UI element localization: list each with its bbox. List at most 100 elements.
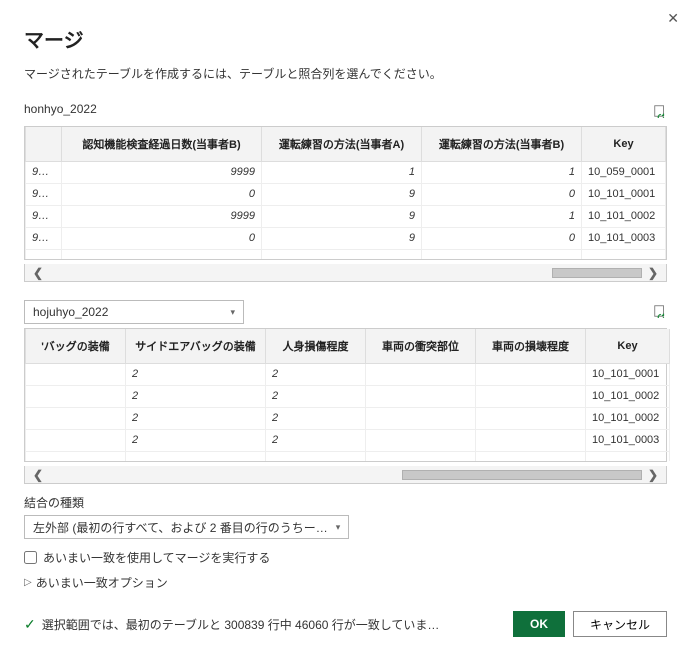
cell[interactable]: 9999 — [26, 205, 62, 227]
table-row[interactable]: 2 2 10_101_0003 — [26, 429, 670, 451]
cancel-button[interactable]: キャンセル — [573, 611, 667, 637]
fuzzy-options-expander[interactable]: ▷ あいまい一致オプション — [24, 574, 667, 591]
cell[interactable]: 10_101_0002 — [582, 205, 666, 227]
scroll-right-icon[interactable]: ❯ — [644, 468, 662, 482]
ok-button[interactable]: OK — [513, 611, 565, 637]
table-row[interactable]: 9999 0 9 0 10_101_0001 — [26, 183, 666, 205]
col-header[interactable]: 認知機能検査経過日数(当事者B) — [62, 127, 262, 161]
secondary-table-value: hojuhyo_2022 — [33, 305, 108, 319]
cell[interactable] — [26, 429, 126, 451]
cell[interactable]: 2 — [266, 407, 366, 429]
table-row[interactable]: 9999 9999 9 1 10_101_0002 — [26, 205, 666, 227]
cell[interactable] — [476, 407, 586, 429]
close-button[interactable]: ✕ — [667, 10, 679, 27]
cell[interactable]: 1 — [422, 205, 582, 227]
fuzzy-options-label: あいまい一致オプション — [36, 574, 168, 591]
table-header-row[interactable]: 認知機能検査経過日数(当事者B) 運転練習の方法(当事者A) 運転練習の方法(当… — [26, 127, 666, 161]
cell[interactable]: 9999 — [62, 205, 262, 227]
cell[interactable]: 9 — [262, 183, 422, 205]
primary-table-label: honhyo_2022 — [24, 102, 97, 116]
scroll-thumb[interactable] — [552, 268, 642, 278]
cell[interactable]: 10_101_0001 — [586, 363, 670, 385]
cell[interactable]: 10_101_0003 — [586, 429, 670, 451]
cell[interactable]: 2 — [266, 385, 366, 407]
cell[interactable] — [476, 429, 586, 451]
checkmark-icon: ✓ — [24, 616, 36, 633]
cell[interactable]: 9999 — [26, 227, 62, 249]
scroll-track[interactable] — [49, 268, 642, 278]
cell[interactable] — [26, 407, 126, 429]
chevron-down-icon: ▾ — [230, 307, 235, 318]
cell[interactable]: 10_101_0002 — [586, 385, 670, 407]
match-status: ✓ 選択範囲では、最初のテーブルと 300839 行中 46060 行が一致して… — [24, 616, 439, 633]
cell[interactable]: 0 — [422, 227, 582, 249]
col-header[interactable]: 運転練習の方法(当事者B) — [422, 127, 582, 161]
scroll-left-icon[interactable]: ❮ — [29, 468, 47, 482]
cell[interactable]: 2 — [266, 363, 366, 385]
cell[interactable] — [26, 363, 126, 385]
join-kind-label: 結合の種類 — [24, 494, 667, 511]
col-header[interactable]: 車両の衝突部位 — [366, 329, 476, 363]
horizontal-scrollbar[interactable]: ❮ ❯ — [24, 466, 667, 484]
table-row[interactable]: 2 2 10_101_0002 — [26, 385, 670, 407]
table-header-row[interactable]: 'バッグの装備 サイドエアバッグの装備 人身損傷程度 車両の衝突部位 車両の損壊… — [26, 329, 670, 363]
refresh-icon[interactable] — [653, 104, 667, 121]
secondary-table-grid[interactable]: 'バッグの装備 サイドエアバッグの装備 人身損傷程度 車両の衝突部位 車両の損壊… — [24, 328, 667, 462]
cell[interactable]: 1 — [262, 161, 422, 183]
fuzzy-match-checkbox[interactable] — [24, 551, 37, 564]
secondary-table-select[interactable]: hojuhyo_2022 ▾ — [24, 300, 244, 324]
refresh-icon[interactable] — [653, 304, 667, 321]
cell[interactable]: 2 — [126, 407, 266, 429]
col-header[interactable]: Key — [586, 329, 670, 363]
cell[interactable] — [26, 385, 126, 407]
dialog-title: マージ — [24, 24, 667, 53]
dialog-subtitle: マージされたテーブルを作成するには、テーブルと照合列を選んでください。 — [24, 65, 667, 82]
primary-table-grid[interactable]: 認知機能検査経過日数(当事者B) 運転練習の方法(当事者A) 運転練習の方法(当… — [24, 126, 667, 260]
cell[interactable] — [366, 385, 476, 407]
cell[interactable]: 2 — [126, 429, 266, 451]
col-header[interactable]: サイドエアバッグの装備 — [126, 329, 266, 363]
table-row[interactable]: 9999 0 9 0 10_101_0003 — [26, 227, 666, 249]
col-header[interactable]: 車両の損壊程度 — [476, 329, 586, 363]
cell[interactable]: 9 — [262, 205, 422, 227]
scroll-right-icon[interactable]: ❯ — [644, 266, 662, 280]
scroll-left-icon[interactable]: ❮ — [29, 266, 47, 280]
cell[interactable]: 2 — [126, 363, 266, 385]
cell[interactable]: 2 — [126, 385, 266, 407]
table-row[interactable]: 2 2 10_101_0001 — [26, 363, 670, 385]
merge-dialog: ✕ マージ マージされたテーブルを作成するには、テーブルと照合列を選んでください… — [0, 0, 691, 653]
horizontal-scrollbar[interactable]: ❮ ❯ — [24, 264, 667, 282]
cell[interactable]: 1 — [422, 161, 582, 183]
cell[interactable]: 10_101_0003 — [582, 227, 666, 249]
chevron-down-icon: ▾ — [336, 522, 341, 533]
cell[interactable]: 10_101_0001 — [582, 183, 666, 205]
cell[interactable]: 0 — [62, 227, 262, 249]
cell[interactable] — [366, 363, 476, 385]
expander-triangle-icon: ▷ — [24, 577, 32, 588]
col-header[interactable]: 運転練習の方法(当事者A) — [262, 127, 422, 161]
scroll-thumb[interactable] — [402, 470, 642, 480]
cell[interactable]: 9999 — [26, 183, 62, 205]
col-header[interactable] — [26, 127, 62, 161]
match-status-text: 選択範囲では、最初のテーブルと 300839 行中 46060 行が一致していま… — [42, 616, 440, 633]
cell[interactable] — [366, 407, 476, 429]
cell[interactable]: 9999 — [26, 161, 62, 183]
table-row[interactable]: 9999 9999 1 1 10_059_0001 — [26, 161, 666, 183]
cell[interactable]: 10_101_0002 — [586, 407, 670, 429]
cell[interactable]: 0 — [422, 183, 582, 205]
cell[interactable] — [476, 385, 586, 407]
join-kind-select[interactable]: 左外部 (最初の行すべて、および 2 番目の行のうちー… ▾ — [24, 515, 349, 539]
col-header[interactable]: Key — [582, 127, 666, 161]
cell[interactable]: 9 — [262, 227, 422, 249]
cell[interactable]: 0 — [62, 183, 262, 205]
cell[interactable]: 9999 — [62, 161, 262, 183]
cell[interactable] — [366, 429, 476, 451]
col-header[interactable]: 人身損傷程度 — [266, 329, 366, 363]
cell[interactable]: 2 — [266, 429, 366, 451]
join-kind-value: 左外部 (最初の行すべて、および 2 番目の行のうちー… — [33, 519, 328, 536]
table-row[interactable]: 2 2 10_101_0002 — [26, 407, 670, 429]
scroll-track[interactable] — [49, 470, 642, 480]
cell[interactable] — [476, 363, 586, 385]
cell[interactable]: 10_059_0001 — [582, 161, 666, 183]
col-header[interactable]: 'バッグの装備 — [26, 329, 126, 363]
